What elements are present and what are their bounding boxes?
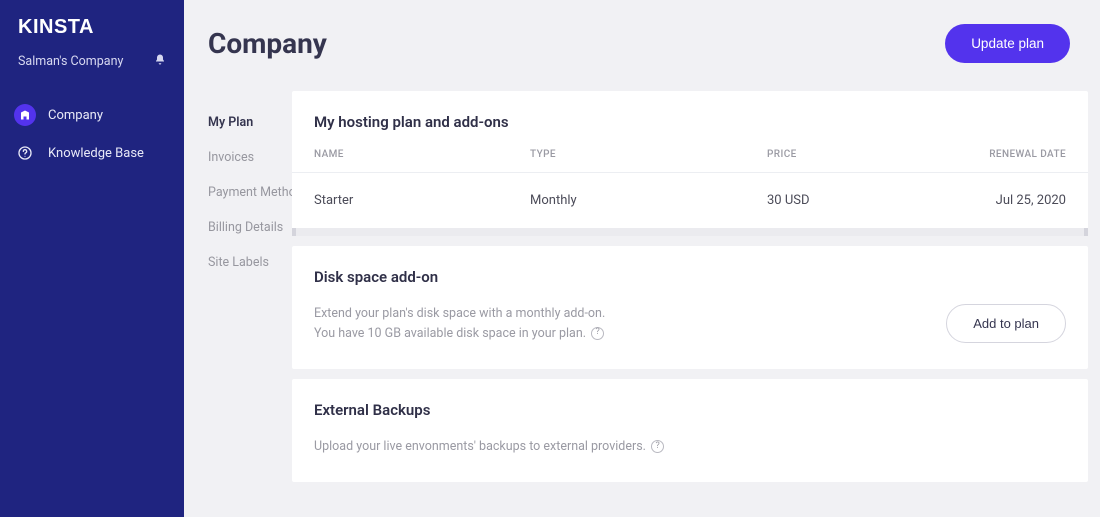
building-icon xyxy=(14,104,36,126)
add-to-plan-button[interactable]: Add to plan xyxy=(946,304,1066,343)
backups-description: Upload your live envonments' backups to … xyxy=(314,437,664,456)
panel-title: External Backups xyxy=(292,379,1088,437)
sidebar-item-company[interactable]: Company xyxy=(0,96,184,134)
panel-title: Disk space add-on xyxy=(292,246,1088,304)
primary-nav: Company Knowledge Base xyxy=(0,88,184,172)
page-title: Company xyxy=(208,27,327,60)
sidebar-item-label: Knowledge Base xyxy=(48,146,144,161)
disk-description: Extend your plan's disk space with a mon… xyxy=(314,304,605,343)
subnav-invoices[interactable]: Invoices xyxy=(208,140,292,175)
sidebar: KINSTA Salman's Company Company Knowledg… xyxy=(0,0,184,517)
cell-renewal: Jul 25, 2020 xyxy=(946,193,1066,208)
bell-icon[interactable] xyxy=(154,53,166,70)
th-renewal: RENEWAL DATE xyxy=(946,149,1066,160)
company-name: Salman's Company xyxy=(18,54,123,69)
sidebar-item-knowledge-base[interactable]: Knowledge Base xyxy=(0,134,184,172)
update-plan-button[interactable]: Update plan xyxy=(945,24,1070,63)
subnav-my-plan[interactable]: My Plan xyxy=(208,105,292,140)
external-backups-panel: External Backups Upload your live envonm… xyxy=(292,379,1088,482)
scroll-indicator xyxy=(292,228,1088,236)
desc-line: You have 10 GB available disk space in y… xyxy=(314,326,586,341)
th-price: PRICE xyxy=(767,149,946,160)
cell-price: 30 USD xyxy=(767,193,946,208)
help-icon[interactable]: ? xyxy=(591,327,604,340)
th-type: TYPE xyxy=(530,149,767,160)
cell-name: Starter xyxy=(314,193,530,208)
disk-space-panel: Disk space add-on Extend your plan's dis… xyxy=(292,246,1088,369)
subnav-billing-details[interactable]: Billing Details xyxy=(208,210,292,245)
cell-type: Monthly xyxy=(530,193,767,208)
sidebar-item-label: Company xyxy=(48,108,103,123)
th-name: NAME xyxy=(314,149,530,160)
desc-line: Upload your live envonments' backups to … xyxy=(314,439,646,454)
brand-logo: KINSTA xyxy=(0,10,184,49)
hosting-plan-panel: My hosting plan and add-ons NAME TYPE PR… xyxy=(292,91,1088,236)
table-row: Starter Monthly 30 USD Jul 25, 2020 xyxy=(292,173,1088,228)
desc-line: Extend your plan's disk space with a mon… xyxy=(314,306,605,321)
panel-title: My hosting plan and add-ons xyxy=(292,91,1088,149)
company-switcher[interactable]: Salman's Company xyxy=(0,49,184,88)
sub-nav: My Plan Invoices Payment Methods Billing… xyxy=(184,91,292,482)
help-circle-icon xyxy=(14,142,36,164)
subnav-site-labels[interactable]: Site Labels xyxy=(208,245,292,280)
subnav-payment-methods[interactable]: Payment Methods xyxy=(208,175,292,210)
main-content: Company Update plan My Plan Invoices Pay… xyxy=(184,0,1100,517)
page-header: Company Update plan xyxy=(184,0,1100,91)
table-header: NAME TYPE PRICE RENEWAL DATE xyxy=(292,149,1088,173)
help-icon[interactable]: ? xyxy=(651,440,664,453)
